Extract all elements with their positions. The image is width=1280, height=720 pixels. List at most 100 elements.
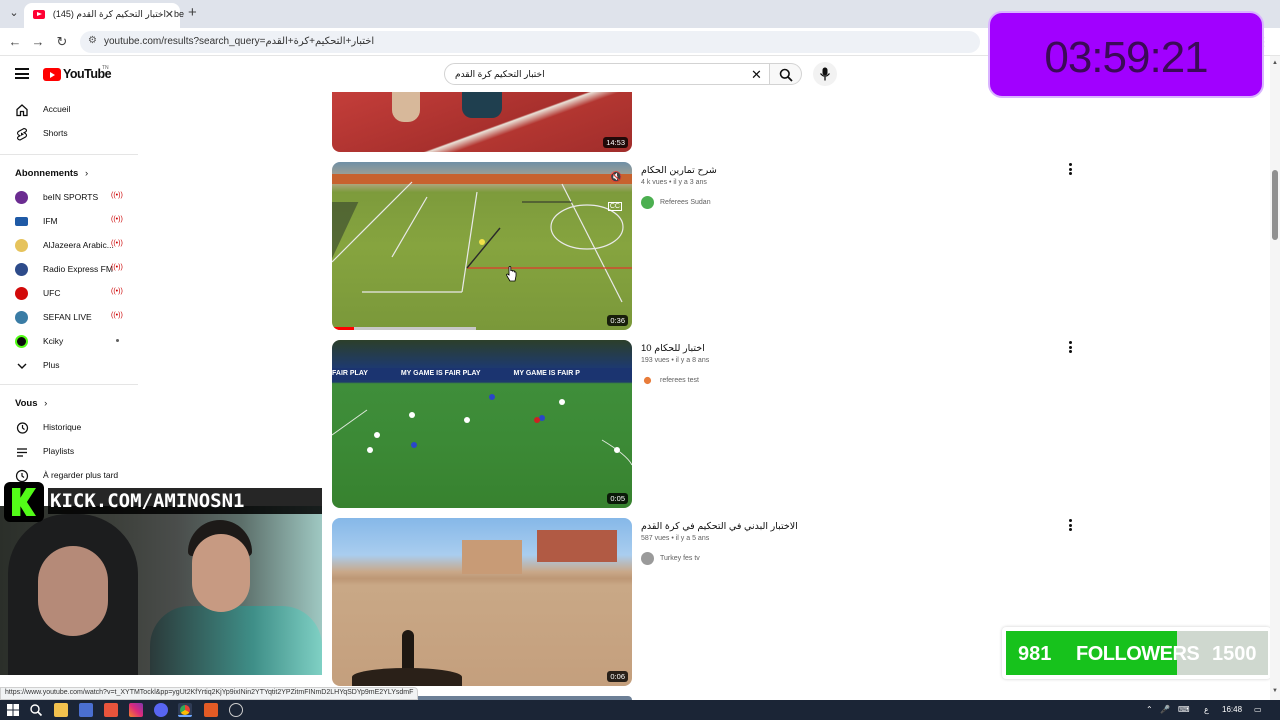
watch-progress-bar	[332, 327, 354, 330]
live-indicator-icon: ((•))	[111, 216, 123, 223]
search-input[interactable]: اختبار التحكيم كرة القدم ✕	[444, 63, 770, 85]
followers-label: FOLLOWERS	[1076, 643, 1200, 665]
video-more-actions-icon[interactable]	[1066, 341, 1074, 355]
app-grid-icon[interactable]	[79, 703, 93, 717]
search-icon	[779, 68, 793, 82]
channel-name: SEFAN LIVE	[43, 312, 92, 322]
windows-taskbar: ⌃ 🎤 ⌨ ع 16:48 ▭	[0, 700, 1280, 720]
keyboard-tray-icon[interactable]: ⌨	[1178, 705, 1190, 714]
thumbnail-runner-legs	[392, 92, 420, 122]
chevron-right-icon: ›	[44, 398, 48, 409]
live-indicator-icon: ((•))	[111, 288, 123, 295]
file-explorer-icon[interactable]	[54, 703, 68, 717]
app-icon[interactable]	[204, 703, 218, 717]
search-button[interactable]	[770, 63, 802, 85]
webcam-face-right	[192, 534, 250, 612]
sidebar-channel-sefan-live[interactable]: SEFAN LIVE ((•))	[0, 306, 140, 330]
video-more-actions-icon[interactable]	[1066, 519, 1074, 533]
followers-goal: 1500	[1212, 643, 1257, 665]
chrome-icon[interactable]	[178, 703, 192, 717]
new-tab-button[interactable]: +	[188, 4, 197, 21]
video-title[interactable]: شرح تمارين الحكام	[641, 165, 717, 176]
forward-arrow-icon[interactable]: →	[30, 34, 46, 50]
language-indicator[interactable]: ع	[1204, 705, 1209, 714]
microphone-tray-icon[interactable]: 🎤	[1160, 705, 1170, 714]
channel-avatar	[15, 311, 28, 324]
sidebar-item-label: Accueil	[43, 104, 71, 114]
video-duration: 0:06	[607, 671, 628, 682]
scroll-down-arrow-icon[interactable]: ▼	[1272, 688, 1278, 694]
live-indicator-icon: ((•))	[111, 312, 123, 319]
video-duration: 0:05	[607, 493, 628, 504]
subscriptions-heading[interactable]: Abonnements ›	[15, 168, 88, 179]
channel-avatar	[15, 287, 28, 300]
channel-avatar	[15, 239, 28, 252]
mute-icon[interactable]: 🔇	[610, 172, 622, 183]
video-thumbnail[interactable]: 🔇 CC 0:36	[332, 162, 632, 330]
channel-avatar	[641, 552, 654, 565]
sidebar-channel-aljazeera[interactable]: AlJazeera Arabic... ((•))	[0, 234, 140, 258]
live-indicator-icon: ((•))	[111, 264, 123, 271]
followers-goal-widget: 981 FOLLOWERS 1500	[1002, 627, 1271, 679]
sidebar-show-more[interactable]: Plus	[0, 354, 140, 378]
sidebar-channel-bein-sports[interactable]: beIN SPORTS ((•))	[0, 186, 140, 210]
reload-icon[interactable]: ↻	[54, 34, 70, 50]
back-arrow-icon[interactable]: ←	[7, 34, 23, 50]
voice-search-button[interactable]	[813, 62, 837, 86]
channel-name: Referees Sudan	[660, 199, 711, 206]
live-indicator-icon: ((•))	[111, 240, 123, 247]
channel-name: Kciky	[43, 336, 64, 346]
video-thumbnail[interactable]: 0:06	[332, 518, 632, 686]
thumbnail-building	[462, 540, 522, 574]
sidebar-channel-kciky[interactable]: Kciky	[0, 330, 140, 354]
page-scrollbar[interactable]: ▲ ▼	[1270, 56, 1280, 700]
address-bar[interactable]: ⚙ youtube.com/results?search_query=اختبا…	[80, 31, 980, 53]
tray-chevron-up-icon[interactable]: ⌃	[1146, 705, 1153, 714]
pitch-lines	[332, 394, 632, 466]
webcam-person-right	[150, 606, 322, 675]
timer-value: 03:59:21	[1044, 33, 1208, 82]
youtube-logo-icon[interactable]	[43, 68, 61, 81]
clear-search-icon[interactable]: ✕	[751, 67, 762, 83]
browser-tab-active[interactable]: be - اختبار التحكيم كرة القدم (145) ✕	[24, 3, 184, 28]
video-thumbnail[interactable]: 14:53	[332, 92, 632, 152]
instagram-icon[interactable]	[129, 703, 143, 717]
you-heading[interactable]: Vous ›	[15, 398, 47, 409]
sidebar-item-playlists[interactable]: Playlists	[0, 440, 140, 464]
video-more-actions-icon[interactable]	[1066, 163, 1074, 177]
scroll-up-arrow-icon[interactable]: ▲	[1272, 60, 1278, 66]
sidebar-channel-radio-express[interactable]: Radio Express FM ((•))	[0, 258, 140, 282]
channel-avatar	[643, 376, 652, 385]
tab-search-chevron-icon[interactable]: ⌄	[6, 5, 22, 21]
windows-start-icon[interactable]	[6, 703, 20, 717]
captions-icon[interactable]: CC	[607, 202, 622, 211]
kick-channel-url: KICK.COM/AMINOSN1	[48, 488, 322, 514]
channel-avatar	[15, 263, 28, 276]
discord-icon[interactable]	[154, 703, 168, 717]
sidebar-item-shorts[interactable]: Shorts	[0, 122, 140, 146]
youtube-favicon-icon	[33, 10, 45, 19]
tab-close-icon[interactable]: ✕	[165, 8, 174, 21]
video-title[interactable]: الاختبار البدني في التحكيم في كرة القدم	[641, 521, 798, 532]
video-metadata: 4 k vues • il y a 3 ans	[641, 179, 707, 186]
thumbnail-building	[537, 530, 617, 562]
video-thumbnail[interactable]: FAIR PLAY MY GAME IS FAIR PLAY MY GAME I…	[332, 340, 632, 508]
scroll-thumb[interactable]	[1272, 170, 1278, 240]
brave-browser-icon[interactable]	[104, 703, 118, 717]
thumbnail-shadow	[402, 630, 414, 670]
channel-name: Radio Express FM	[43, 264, 113, 274]
sidebar-item-home[interactable]: Accueil	[0, 98, 140, 122]
search-icon[interactable]	[29, 703, 43, 717]
notifications-icon[interactable]: ▭	[1254, 705, 1262, 714]
clock-time[interactable]: 16:48	[1222, 705, 1242, 714]
sidebar-item-history[interactable]: Historique	[0, 416, 140, 440]
sidebar-channel-ufc[interactable]: UFC ((•))	[0, 282, 140, 306]
stream-timer: 03:59:21	[988, 11, 1264, 98]
guide-menu-icon[interactable]	[15, 68, 29, 79]
link-hover-status: https://www.youtube.com/watch?v=t_XYTMTo…	[0, 687, 419, 700]
obs-icon[interactable]	[229, 703, 243, 717]
sidebar-channel-ifm[interactable]: IFM ((•))	[0, 210, 140, 234]
playlists-icon	[17, 448, 27, 457]
video-title[interactable]: اختبار للحكام 10	[641, 343, 705, 354]
site-info-icon[interactable]: ⚙	[88, 35, 97, 46]
